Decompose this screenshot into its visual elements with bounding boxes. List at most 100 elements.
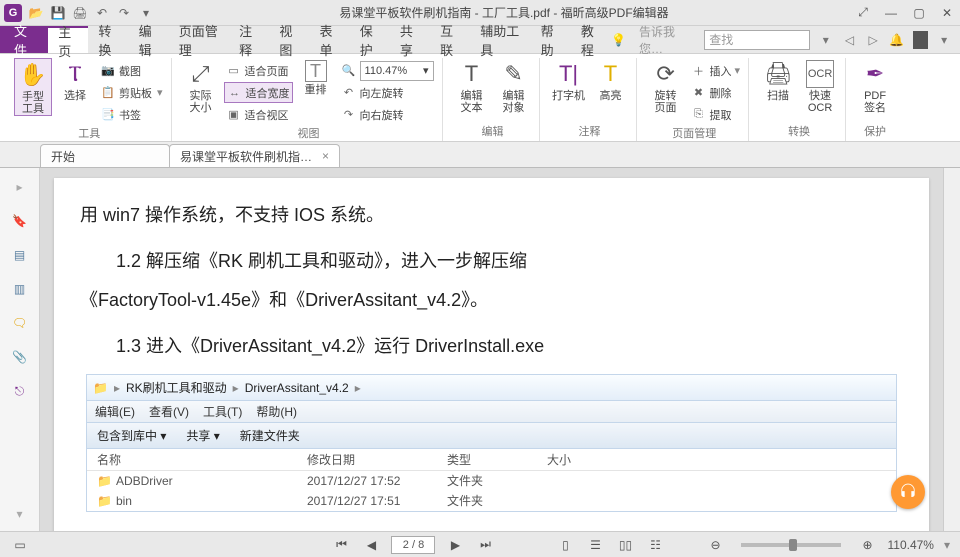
tell-me-input[interactable]: 告诉我您… <box>634 20 696 60</box>
layout-facing-continuous-icon[interactable]: ☷ <box>645 536 665 554</box>
ribbon-group-protect: ✒ PDF签名 保护 <box>850 58 900 141</box>
document-viewport[interactable]: 用 win7 操作系统，不支持 IOS 系统。 1.2 解压缩《RK 刷机工具和… <box>40 168 943 531</box>
close-tab-icon[interactable]: × <box>322 149 329 163</box>
highlight-button[interactable]: T 高亮 <box>592 58 630 102</box>
find-input[interactable]: 查找 <box>704 30 810 50</box>
tool-newfolder[interactable]: 新建文件夹 <box>240 423 300 449</box>
search-dropdown-icon[interactable]: ▾ <box>818 33 834 47</box>
typewriter-label: 打字机 <box>552 90 585 102</box>
tab-home[interactable]: 主页 <box>48 26 88 53</box>
vertical-scrollbar[interactable] <box>943 168 960 531</box>
first-page-icon[interactable]: ⏮ <box>331 536 351 554</box>
scan-button[interactable]: 🖨 扫描 <box>759 58 797 102</box>
zoom-out-icon[interactable]: ⊖ <box>705 536 725 554</box>
tab-tutorial[interactable]: 教程 <box>571 26 611 53</box>
tab-connect[interactable]: 互联 <box>430 26 470 53</box>
next-page-icon[interactable]: ▶ <box>445 536 465 554</box>
edit-object-button[interactable]: ✎ 编辑对象 <box>495 58 533 114</box>
page-number-input[interactable]: 2 / 8 <box>391 536 435 554</box>
zoom-button[interactable]: 🔍110.47%▾ <box>339 60 436 81</box>
edit-text-button[interactable]: T 编辑文本 <box>453 58 491 114</box>
tab-protect[interactable]: 保护 <box>350 26 390 53</box>
prev-page-icon[interactable]: ◀ <box>361 536 381 554</box>
quick-ocr-button[interactable]: OCR 快速OCR <box>801 58 839 114</box>
tab-edit[interactable]: 编辑 <box>129 26 169 53</box>
menu-edit[interactable]: 编辑(E) <box>95 399 135 425</box>
file-menu[interactable]: 文件 <box>0 26 48 53</box>
clipboard-button[interactable]: 📋剪贴板▾ <box>98 82 165 103</box>
undo-icon[interactable]: ↶ <box>94 5 110 21</box>
rotate-page-button[interactable]: ⟳ 旋转页面 <box>647 58 685 114</box>
snapshot-button[interactable]: 📷截图 <box>98 60 165 81</box>
bookmark-button[interactable]: 📑书签 <box>98 104 165 125</box>
user-avatar[interactable] <box>913 31 929 49</box>
tab-annotate[interactable]: 注释 <box>229 26 269 53</box>
menu-view[interactable]: 查看(V) <box>149 399 189 425</box>
help-floating-button[interactable] <box>891 475 925 509</box>
extract-button[interactable]: ⎘提取 <box>689 104 743 125</box>
select-tool-button[interactable]: Ⲧ 选择 <box>56 58 94 102</box>
layout-single-icon[interactable]: ▯ <box>555 536 575 554</box>
tool-share[interactable]: 共享 ▾ <box>186 423 219 449</box>
save-icon[interactable]: 💾 <box>50 5 66 21</box>
tab-share[interactable]: 共享 <box>390 26 430 53</box>
fit-visible-button[interactable]: ▣适合视区 <box>224 104 293 125</box>
layout-facing-icon[interactable]: ▯▯ <box>615 536 635 554</box>
nav-more-icon[interactable]: ▾ <box>9 503 31 525</box>
zoom-slider[interactable] <box>741 543 841 547</box>
zoom-select[interactable]: 110.47%▾ <box>360 61 434 81</box>
nav-prev-icon[interactable]: ◁ <box>842 33 858 47</box>
print-icon[interactable]: 🖨 <box>72 5 88 21</box>
edit-object-label: 编辑对象 <box>503 90 525 114</box>
pages-icon[interactable]: ▤ <box>9 244 31 266</box>
ribbon-group-edit: T 编辑文本 ✎ 编辑对象 编辑 <box>447 58 540 141</box>
menu-help[interactable]: 帮助(H) <box>256 399 297 425</box>
signatures-icon[interactable]: ⎋ <box>9 380 31 402</box>
group-annot-label: 注释 <box>579 123 601 141</box>
bc-item-1[interactable]: RK刷机工具和驱动 <box>126 375 227 401</box>
layers-icon[interactable]: ▥ <box>9 278 31 300</box>
menu-tools[interactable]: 工具(T) <box>203 399 242 425</box>
typewriter-button[interactable]: T| 打字机 <box>550 58 588 102</box>
actual-size-button[interactable]: ⤢ 实际大小 <box>182 58 220 114</box>
delete-button[interactable]: ✖删除 <box>689 82 743 103</box>
bell-icon[interactable]: 🔔 <box>889 33 905 47</box>
tab-convert[interactable]: 转换 <box>88 26 128 53</box>
doctab-start[interactable]: 开始 <box>40 144 170 167</box>
hand-tool-button[interactable]: ✋ 手型工具 <box>14 58 52 116</box>
rotate-page-icon: ⟳ <box>652 60 680 88</box>
hdr-size[interactable]: 大小 <box>547 447 627 473</box>
rotate-right-button[interactable]: ↷向右旋转 <box>339 104 436 125</box>
insert-button[interactable]: ＋插入▾ <box>689 60 743 81</box>
tab-form[interactable]: 表单 <box>310 26 350 53</box>
zoom-percent[interactable]: 110.47% <box>887 538 933 552</box>
fit-width-button[interactable]: ↔适合宽度 <box>224 82 293 103</box>
user-dropdown-icon[interactable]: ▾ <box>936 33 952 47</box>
qat-more-icon[interactable]: ▾ <box>138 5 154 21</box>
zoom-in-icon[interactable]: ⊕ <box>857 536 877 554</box>
tab-pagemgmt[interactable]: 页面管理 <box>169 26 229 53</box>
bc-item-2[interactable]: DriverAssitant_v4.2 <box>245 375 349 401</box>
group-convert-label: 转换 <box>788 123 810 141</box>
tab-help[interactable]: 帮助 <box>531 26 571 53</box>
bookmarks-icon[interactable]: 🔖 <box>9 210 31 232</box>
open-icon[interactable]: 📂 <box>28 5 44 21</box>
nav-collapse-icon[interactable]: ▸ <box>9 176 31 198</box>
reflow-button[interactable]: T 重排 <box>297 58 335 96</box>
rotate-left-button[interactable]: ↶向左旋转 <box>339 82 436 103</box>
comments-icon[interactable]: 🗨 <box>9 312 31 334</box>
size-info-icon[interactable]: ▭ <box>10 536 30 554</box>
layout-continuous-icon[interactable]: ☰ <box>585 536 605 554</box>
attachments-icon[interactable]: 📎 <box>9 346 31 368</box>
explorer-row[interactable]: 📁bin 2017/12/27 17:51 文件夹 <box>87 491 896 511</box>
last-page-icon[interactable]: ⏭ <box>475 536 495 554</box>
tool-include[interactable]: 包含到库中 ▾ <box>97 423 166 449</box>
nav-next-icon[interactable]: ▷ <box>865 33 881 47</box>
fit-page-button[interactable]: ▭适合页面 <box>224 60 293 81</box>
pdf-sign-button[interactable]: ✒ PDF签名 <box>856 58 894 114</box>
doctab-current[interactable]: 易课堂平板软件刷机指…× <box>169 144 340 167</box>
redo-icon[interactable]: ↷ <box>116 5 132 21</box>
tab-accessibility[interactable]: 辅助工具 <box>470 26 530 53</box>
tab-view[interactable]: 视图 <box>269 26 309 53</box>
zoom-dropdown-icon[interactable]: ▾ <box>944 538 950 552</box>
